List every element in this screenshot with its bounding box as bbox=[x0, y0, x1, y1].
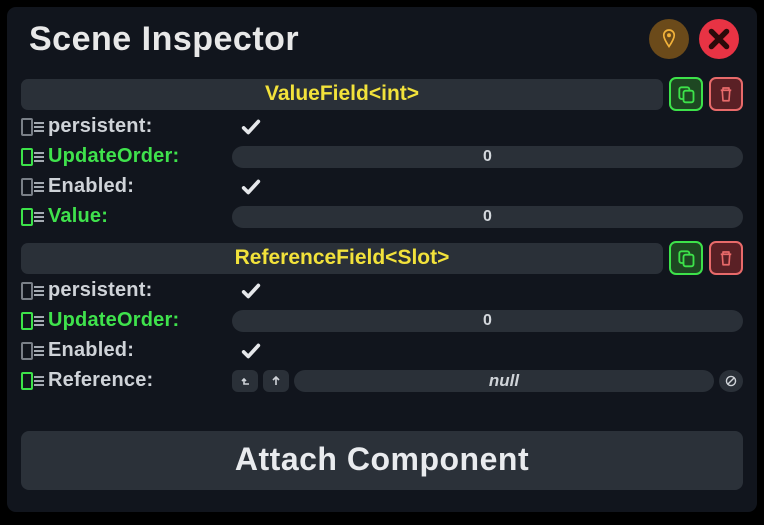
header: Scene Inspector bbox=[7, 7, 757, 67]
reference-value[interactable]: null bbox=[294, 370, 714, 392]
property-row: Value: 0 bbox=[21, 202, 743, 231]
property-label: Reference: bbox=[48, 369, 232, 392]
component-block: ReferenceField<Slot> persistent: UpdateO… bbox=[21, 241, 743, 395]
arrow-up-turn-icon bbox=[239, 375, 251, 387]
duplicate-icon bbox=[676, 248, 696, 268]
number-input[interactable]: 0 bbox=[232, 206, 743, 228]
inspector-body: ValueField<int> persistent: UpdateOrder:… bbox=[7, 67, 757, 417]
property-label: UpdateOrder: bbox=[48, 145, 232, 168]
reference-clear-button[interactable] bbox=[719, 370, 743, 392]
property-row: UpdateOrder: 0 bbox=[21, 306, 743, 335]
arrow-up-icon bbox=[271, 375, 281, 387]
property-label: Value: bbox=[48, 205, 232, 228]
drag-handle[interactable] bbox=[21, 342, 44, 360]
checkbox[interactable] bbox=[240, 340, 262, 362]
component-block: ValueField<int> persistent: UpdateOrder:… bbox=[21, 77, 743, 231]
grip-icon bbox=[34, 122, 44, 132]
duplicate-icon bbox=[676, 84, 696, 104]
checkbox[interactable] bbox=[240, 280, 262, 302]
grip-icon bbox=[34, 346, 44, 356]
property-label: persistent: bbox=[48, 115, 232, 138]
property-row: persistent: bbox=[21, 276, 743, 305]
check-icon bbox=[240, 176, 262, 198]
drag-handle[interactable] bbox=[21, 282, 44, 300]
property-label: Enabled: bbox=[48, 175, 232, 198]
grip-icon bbox=[34, 376, 44, 386]
close-button[interactable] bbox=[699, 19, 739, 59]
number-input[interactable]: 0 bbox=[232, 310, 743, 332]
drive-box-icon bbox=[21, 208, 33, 226]
grip-icon bbox=[34, 212, 44, 222]
property-label: UpdateOrder: bbox=[48, 309, 232, 332]
checkbox[interactable] bbox=[240, 176, 262, 198]
ref-up-out-button[interactable] bbox=[232, 370, 258, 392]
drive-box-icon bbox=[21, 342, 33, 360]
component-title[interactable]: ReferenceField<Slot> bbox=[21, 243, 663, 274]
grip-icon bbox=[34, 316, 44, 326]
checkbox[interactable] bbox=[240, 116, 262, 138]
null-icon bbox=[724, 374, 738, 388]
drive-box-icon bbox=[21, 178, 33, 196]
pin-icon bbox=[660, 28, 678, 50]
page-title: Scene Inspector bbox=[29, 20, 639, 59]
check-icon bbox=[240, 340, 262, 362]
property-row: Enabled: bbox=[21, 336, 743, 365]
grip-icon bbox=[34, 286, 44, 296]
trash-icon bbox=[717, 84, 735, 104]
drive-box-icon bbox=[21, 282, 33, 300]
number-input[interactable]: 0 bbox=[232, 146, 743, 168]
component-header: ReferenceField<Slot> bbox=[21, 241, 743, 275]
drag-handle[interactable] bbox=[21, 148, 44, 166]
ref-up-button[interactable] bbox=[263, 370, 289, 392]
close-icon bbox=[706, 26, 732, 52]
grip-icon bbox=[34, 182, 44, 192]
check-icon bbox=[240, 280, 262, 302]
drag-handle[interactable] bbox=[21, 312, 44, 330]
property-label: persistent: bbox=[48, 279, 232, 302]
trash-icon bbox=[717, 248, 735, 268]
component-title[interactable]: ValueField<int> bbox=[21, 79, 663, 110]
reference-field: null bbox=[232, 370, 743, 392]
duplicate-button[interactable] bbox=[669, 77, 703, 111]
grip-icon bbox=[34, 152, 44, 162]
property-row: Reference: null bbox=[21, 366, 743, 395]
attach-component-button[interactable]: Attach Component bbox=[21, 431, 743, 490]
component-header: ValueField<int> bbox=[21, 77, 743, 111]
drive-box-icon bbox=[21, 372, 33, 390]
delete-button[interactable] bbox=[709, 77, 743, 111]
property-row: Enabled: bbox=[21, 172, 743, 201]
property-row: UpdateOrder: 0 bbox=[21, 142, 743, 171]
drive-box-icon bbox=[21, 118, 33, 136]
delete-button[interactable] bbox=[709, 241, 743, 275]
drag-handle[interactable] bbox=[21, 118, 44, 136]
pin-button[interactable] bbox=[649, 19, 689, 59]
property-label: Enabled: bbox=[48, 339, 232, 362]
check-icon bbox=[240, 116, 262, 138]
inspector-panel: Scene Inspector ValueField<int> persiste… bbox=[6, 6, 758, 513]
drive-box-icon bbox=[21, 148, 33, 166]
property-row: persistent: bbox=[21, 112, 743, 141]
drive-box-icon bbox=[21, 312, 33, 330]
drag-handle[interactable] bbox=[21, 372, 44, 390]
duplicate-button[interactable] bbox=[669, 241, 703, 275]
drag-handle[interactable] bbox=[21, 208, 44, 226]
drag-handle[interactable] bbox=[21, 178, 44, 196]
